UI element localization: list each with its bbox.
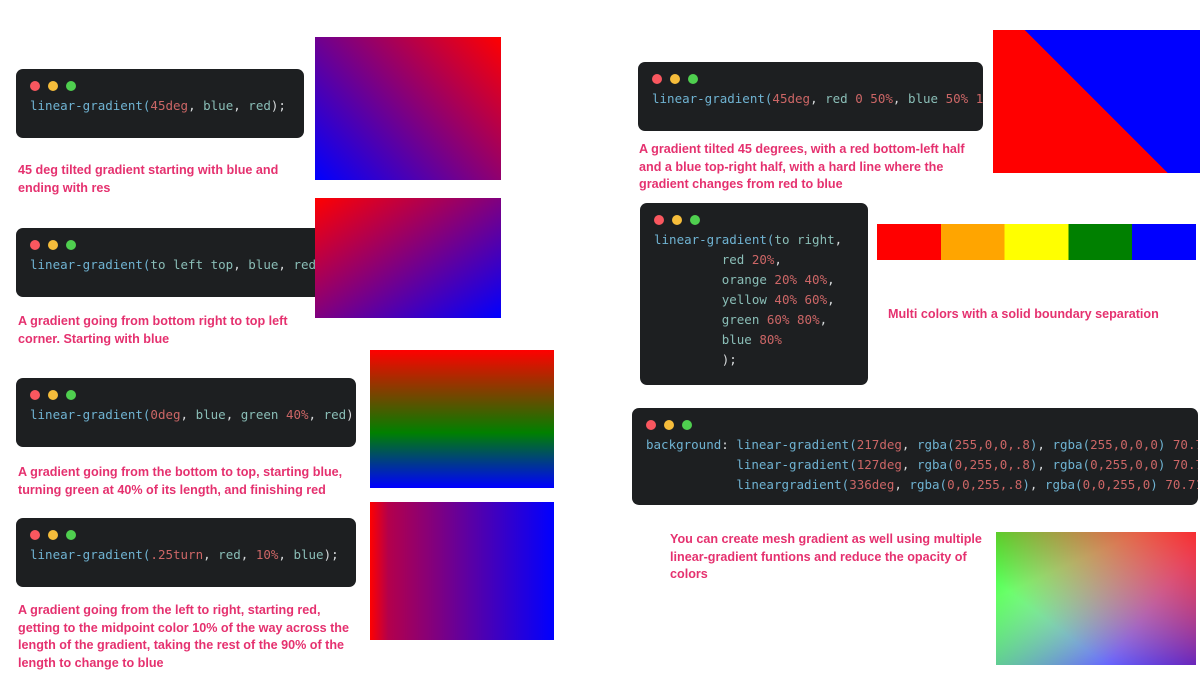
- caption-mesh: You can create mesh gradient as well usi…: [670, 532, 982, 581]
- caption-quarter-turn: A gradient going from the left to right,…: [18, 603, 349, 670]
- code-block: background: linear-gradient(217deg, rgba…: [646, 437, 1198, 492]
- code-card-to-left-top: linear-gradient(to left top, blue, red);: [16, 228, 322, 297]
- code-card-45deg: linear-gradient(45deg, blue, red);: [16, 69, 304, 138]
- maximize-dot-icon[interactable]: [66, 389, 76, 400]
- code-line: linear-gradient(45deg, blue, red);: [30, 98, 286, 113]
- maximize-dot-icon[interactable]: [682, 419, 692, 430]
- caption-45deg: 45 deg tilted gradient starting with blu…: [18, 163, 279, 195]
- window-dots: [652, 73, 969, 84]
- caption-0deg: A gradient going from the bottom to top,…: [18, 465, 343, 497]
- window-dots: [30, 529, 342, 540]
- minimize-dot-icon[interactable]: [48, 529, 58, 540]
- code-block: linear-gradient(to right, red 20%, orang…: [654, 232, 843, 367]
- swatch-gradient-45deg: [315, 37, 501, 180]
- swatch-gradient-multi-color-bands: [877, 224, 1196, 260]
- window-dots: [646, 419, 1184, 430]
- window-dots: [654, 214, 854, 225]
- minimize-dot-icon[interactable]: [48, 80, 58, 91]
- close-dot-icon[interactable]: [30, 529, 40, 540]
- code-line: linear-gradient(to left top, blue, red);: [30, 257, 322, 272]
- code-line: linear-gradient(45deg, red 0 50%, blue 5…: [652, 91, 983, 106]
- minimize-dot-icon[interactable]: [664, 419, 674, 430]
- close-dot-icon[interactable]: [30, 80, 40, 91]
- caption-multi-color: Multi colors with a solid boundary separ…: [888, 307, 1159, 321]
- code-card-hard-line: linear-gradient(45deg, red 0 50%, blue 5…: [638, 62, 983, 131]
- maximize-dot-icon[interactable]: [66, 529, 76, 540]
- close-dot-icon[interactable]: [30, 239, 40, 250]
- caption-hard-line: A gradient tilted 45 degrees, with a red…: [639, 142, 965, 191]
- code-card-0deg: linear-gradient(0deg, blue, green 40%, r…: [16, 378, 356, 447]
- close-dot-icon[interactable]: [652, 73, 662, 84]
- close-dot-icon[interactable]: [654, 214, 664, 225]
- code-card-quarter-turn: linear-gradient(.25turn, red, 10%, blue)…: [16, 518, 356, 587]
- code-card-mesh: background: linear-gradient(217deg, rgba…: [632, 408, 1198, 505]
- code-line: linear-gradient(0deg, blue, green 40%, r…: [30, 407, 354, 422]
- maximize-dot-icon[interactable]: [690, 214, 700, 225]
- window-dots: [30, 239, 308, 250]
- caption-to-left-top: A gradient going from bottom right to to…: [18, 314, 288, 346]
- swatch-gradient-quarter-turn: [370, 502, 554, 640]
- window-dots: [30, 389, 342, 400]
- close-dot-icon[interactable]: [30, 389, 40, 400]
- maximize-dot-icon[interactable]: [66, 239, 76, 250]
- swatch-gradient-mesh: [996, 532, 1196, 665]
- minimize-dot-icon[interactable]: [48, 239, 58, 250]
- code-card-multi-color: linear-gradient(to right, red 20%, orang…: [640, 203, 868, 385]
- maximize-dot-icon[interactable]: [688, 73, 698, 84]
- swatch-gradient-hard-line: [993, 30, 1200, 173]
- swatch-gradient-to-left-top: [315, 198, 501, 318]
- minimize-dot-icon[interactable]: [670, 73, 680, 84]
- maximize-dot-icon[interactable]: [66, 80, 76, 91]
- code-line: linear-gradient(.25turn, red, 10%, blue)…: [30, 547, 339, 562]
- minimize-dot-icon[interactable]: [672, 214, 682, 225]
- window-dots: [30, 80, 290, 91]
- swatch-gradient-0deg: [370, 350, 554, 488]
- minimize-dot-icon[interactable]: [48, 389, 58, 400]
- close-dot-icon[interactable]: [646, 419, 656, 430]
